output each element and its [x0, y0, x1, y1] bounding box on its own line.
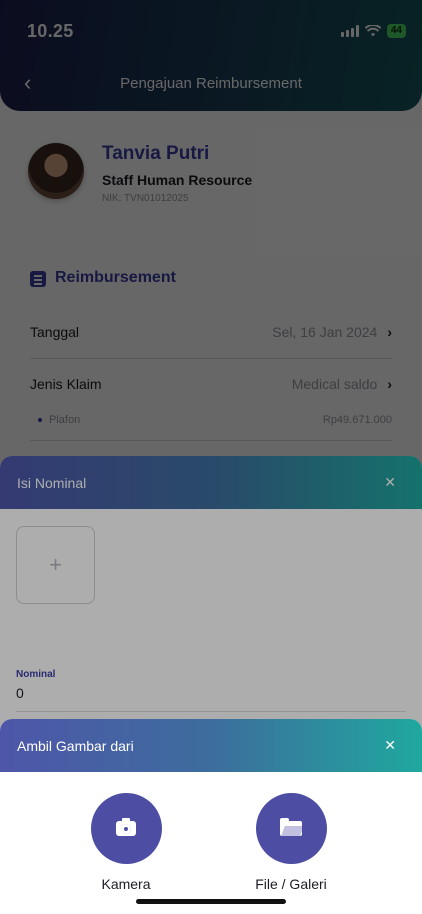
image-source-sheet-title: Ambil Gambar dari	[17, 737, 134, 754]
camera-icon	[116, 818, 136, 836]
camera-label: Kamera	[101, 876, 151, 892]
folder-icon	[280, 818, 302, 836]
home-indicator	[136, 899, 286, 904]
close-icon[interactable]: ✕	[384, 737, 396, 754]
gallery-button[interactable]	[255, 793, 327, 864]
camera-option[interactable]: Kamera	[51, 793, 201, 892]
image-source-sheet-header: Ambil Gambar dari ✕	[0, 719, 422, 772]
gallery-label: File / Galeri	[255, 876, 327, 892]
image-source-sheet: Ambil Gambar dari ✕ Kamera File / Galeri	[0, 719, 422, 914]
camera-button[interactable]	[90, 793, 162, 864]
gallery-option[interactable]: File / Galeri	[216, 793, 366, 892]
